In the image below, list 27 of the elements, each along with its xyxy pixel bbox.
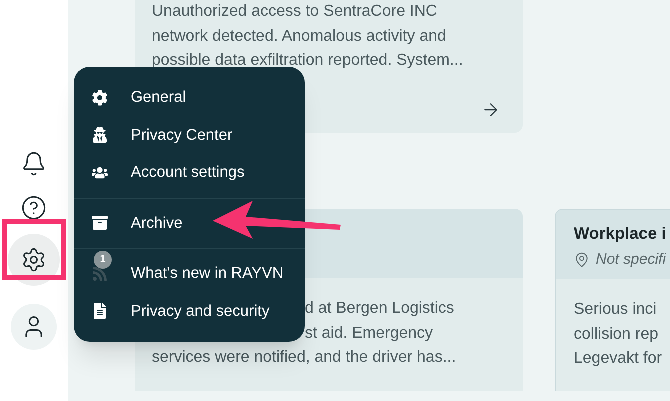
card-description: Serious inci <box>574 300 657 320</box>
document-icon <box>92 303 108 320</box>
people-icon <box>92 164 108 181</box>
bell-icon <box>21 151 47 177</box>
feed-icon <box>92 266 108 282</box>
spy-icon <box>92 127 108 144</box>
card-title: Workplace i <box>574 224 666 245</box>
gear-icon <box>92 90 108 106</box>
highlight-frame <box>2 219 66 280</box>
notification-badge: 1 <box>94 250 112 269</box>
card-location: Not specifi <box>596 250 666 270</box>
settings-icon <box>21 247 47 273</box>
card-description: Legevakt for <box>574 349 662 369</box>
card-description: d at Bergen Logistics <box>305 299 454 319</box>
sidebar-button[interactable] <box>8 234 60 286</box>
card-description: collision rep <box>574 324 658 344</box>
card-description: Unauthorized access to SentraCore INC <box>152 2 438 22</box>
card-description: st aid. Emergency <box>305 324 434 344</box>
card-description: network detected. Anomalous activity and <box>152 26 446 46</box>
card-description: possible data exfiltration reported. System... <box>152 51 464 71</box>
archive-box-icon <box>92 215 108 232</box>
incident-card[interactable]: Workplace i Not specifi Serious inci collision rep Legevakt for <box>555 209 670 391</box>
help-icon <box>21 195 47 221</box>
menu-item[interactable]: Account settings <box>74 154 305 192</box>
profile-button[interactable] <box>11 304 57 350</box>
card-description: services were notified, and the driver has... <box>152 348 456 368</box>
location-pin-icon <box>574 252 590 268</box>
